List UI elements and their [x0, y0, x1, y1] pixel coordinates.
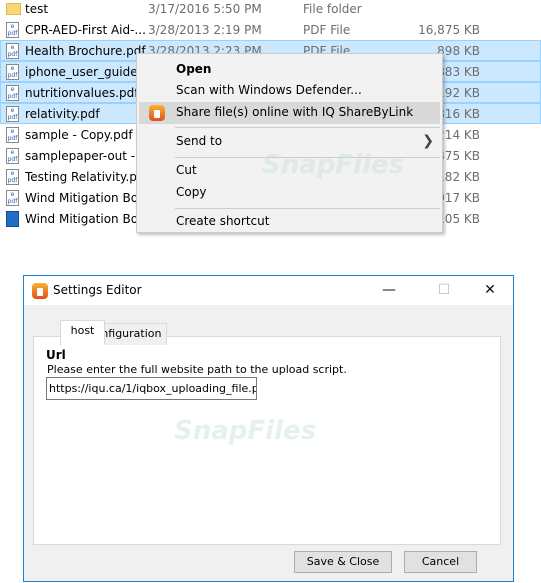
- pdf-label: pdf: [7, 72, 18, 79]
- url-help-text: Please enter the full website path to th…: [47, 363, 347, 376]
- pdf-label: pdf: [7, 177, 18, 184]
- menu-item-copy[interactable]: Copy: [139, 182, 440, 204]
- maximize-button[interactable]: ☐: [421, 276, 467, 305]
- pdf-label: pdf: [7, 135, 18, 142]
- minimize-button[interactable]: —: [366, 276, 412, 305]
- file-type: PDF File: [303, 23, 351, 37]
- cancel-button[interactable]: Cancel: [404, 551, 477, 573]
- pdf-file-icon: e pdf: [6, 43, 19, 59]
- pdf-file-icon: e pdf: [6, 148, 19, 164]
- menu-item-create-shortcut[interactable]: Create shortcut: [139, 211, 440, 233]
- menu-item-open[interactable]: Open: [139, 59, 440, 81]
- iq-sharebylink-icon: [149, 105, 165, 121]
- pdf-file-icon: e pdf: [6, 169, 19, 185]
- file-name: CPR-AED-First Aid-...: [25, 23, 146, 37]
- file-name: Wind Mitigation Bo...: [25, 191, 150, 205]
- save-close-button[interactable]: Save & Close: [294, 551, 392, 573]
- watermark: SnapFiles: [174, 416, 317, 446]
- file-name: Health Brochure.pdf: [25, 44, 146, 58]
- pdf-label: pdf: [7, 114, 18, 121]
- folder-icon: [6, 3, 21, 15]
- app-icon: [32, 283, 48, 299]
- file-size: 16,875 KB: [418, 23, 480, 37]
- context-menu: Open Scan with Windows Defender... Share…: [136, 53, 443, 233]
- pdf-label: pdf: [7, 51, 18, 58]
- url-label: Url: [46, 348, 66, 362]
- tab-host[interactable]: host: [60, 320, 105, 345]
- file-size: 105 KB: [437, 212, 480, 226]
- pdf-file-icon: e pdf: [6, 106, 19, 122]
- menu-item-share-iq[interactable]: Share file(s) online with IQ ShareByLink: [139, 102, 440, 124]
- title-bar: Settings Editor — ☐ ✕: [24, 276, 513, 305]
- pdf-file-icon: e pdf: [6, 22, 19, 38]
- file-size: 192 KB: [437, 86, 480, 100]
- window-title: Settings Editor: [53, 283, 142, 297]
- file-date: 3/17/2016 5:50 PM: [148, 2, 262, 16]
- menu-separator: [175, 208, 440, 209]
- pdf-label: pdf: [7, 93, 18, 100]
- pdf-file-icon: e pdf: [6, 85, 19, 101]
- file-name: relativity.pdf: [25, 107, 100, 121]
- file-size: 898 KB: [437, 44, 480, 58]
- file-name: iphone_user_guide....: [25, 65, 153, 79]
- image-file-icon: [6, 211, 19, 227]
- file-name: sample - Copy.pdf: [25, 128, 133, 142]
- watermark: SnapFiles: [262, 150, 405, 180]
- file-name: nutritionvalues.pdf: [25, 86, 139, 100]
- file-size: 214 KB: [437, 128, 480, 142]
- settings-editor-window: Settings Editor — ☐ ✕ Url Please enter t…: [23, 275, 514, 582]
- pdf-label: pdf: [7, 156, 18, 163]
- file-size: 816 KB: [437, 107, 480, 121]
- pdf-file-icon: e pdf: [6, 190, 19, 206]
- pdf-label: pdf: [7, 30, 18, 37]
- pdf-file-icon: e pdf: [6, 64, 19, 80]
- file-name: samplepaper-out - ...: [25, 149, 151, 163]
- file-size: 375 KB: [437, 149, 480, 163]
- file-date: 3/28/2013 2:19 PM: [148, 23, 262, 37]
- file-name: Wind Mitigation Bo...: [25, 212, 150, 226]
- close-button[interactable]: ✕: [467, 276, 513, 305]
- file-name: Testing Relativity.pdf: [25, 170, 149, 184]
- pdf-label: pdf: [7, 198, 18, 205]
- file-row[interactable]: test 3/17/2016 5:50 PM File folder: [0, 0, 541, 19]
- file-row[interactable]: e pdf CPR-AED-First Aid-... 3/28/2013 2:19 …: [0, 19, 541, 40]
- url-input[interactable]: https://iqu.ca/1/iqbox_uploading_file.ph…: [46, 377, 257, 400]
- pdf-file-icon: e pdf: [6, 127, 19, 143]
- menu-item-scan-defender[interactable]: Scan with Windows Defender...: [139, 80, 440, 102]
- chevron-right-icon: ❯: [422, 133, 434, 149]
- file-type: File folder: [303, 2, 362, 16]
- menu-separator: [175, 127, 440, 128]
- file-name: test: [25, 2, 49, 16]
